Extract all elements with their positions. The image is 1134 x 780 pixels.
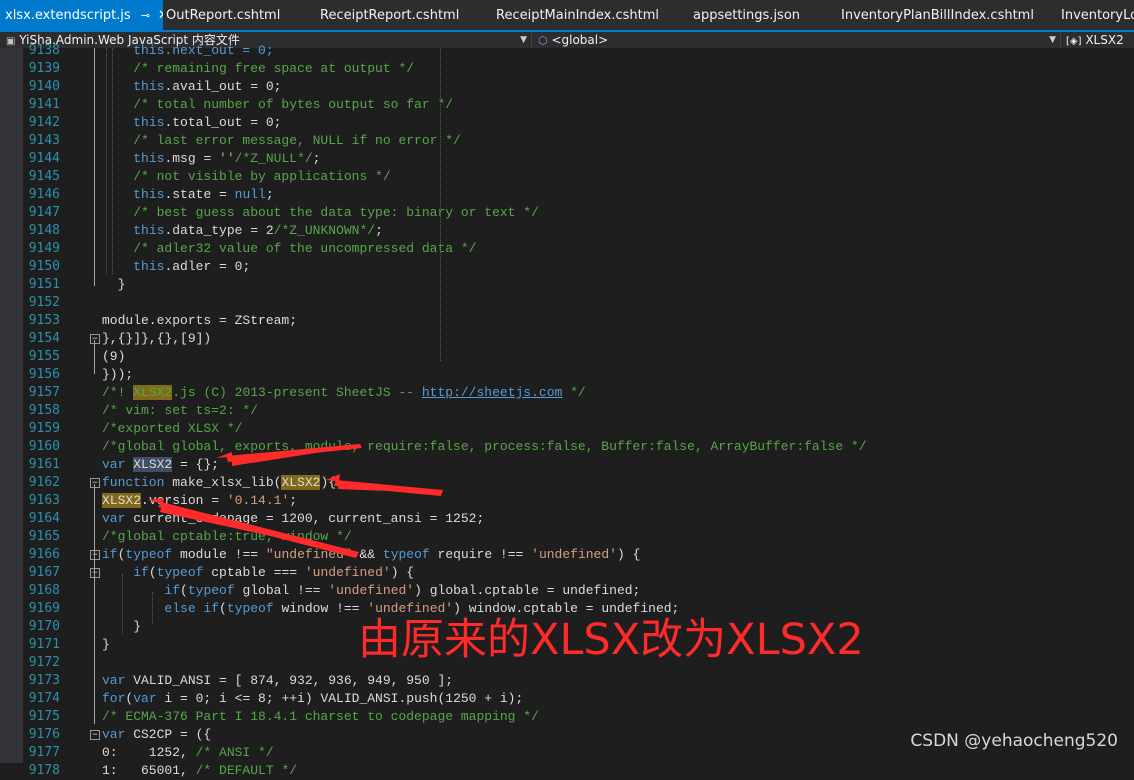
code-text: 1: 65001, /* DEFAULT */ (102, 762, 297, 780)
watermark: CSDN @yehaocheng520 (910, 731, 1118, 751)
code-token: /* DEFAULT */ (195, 763, 298, 778)
arrow-to-var-xlsx2-shaft (226, 444, 362, 462)
code-token: 1: 65001, (102, 763, 196, 778)
annotation-text: 由原来的XLSX改为XLSX2 (358, 615, 864, 665)
code-line[interactable]: 9178 1: 65001, /* DEFAULT */ (0, 762, 1134, 780)
arrow-to-version-shaft (158, 502, 359, 558)
line-number: 9178 (28, 763, 60, 778)
